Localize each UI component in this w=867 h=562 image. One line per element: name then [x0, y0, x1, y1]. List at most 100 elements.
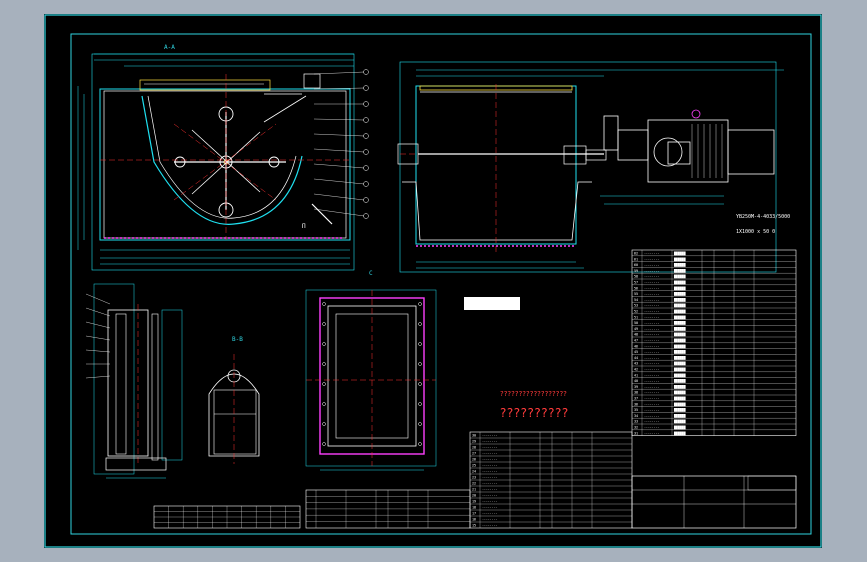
parts-row-code: --------	[644, 333, 659, 337]
mid-row-code: --------	[482, 446, 497, 450]
flange-bolt	[322, 402, 326, 406]
section-b-label: B-B	[232, 336, 243, 343]
mid-row-code: --------	[482, 500, 497, 504]
detail-a-side	[161, 309, 183, 461]
parts-row-name: ██████	[673, 333, 686, 337]
callout-leader	[313, 71, 365, 75]
parts-row-code: --------	[644, 373, 659, 377]
parts-row-number: 46	[634, 344, 638, 348]
parts-row-number: 39	[634, 385, 638, 389]
parts-row-number: 44	[634, 356, 638, 360]
mid-row-number: 23	[472, 476, 476, 480]
lever-arm	[263, 95, 307, 123]
parts-row-number: 43	[634, 362, 638, 366]
mid-row-number: 18	[472, 506, 476, 510]
callout-bubble	[363, 149, 369, 155]
side-base	[402, 181, 592, 241]
parts-row-number: 32	[634, 426, 638, 430]
parts-row-name: ██████	[673, 257, 686, 261]
callout-bubble	[363, 213, 369, 219]
stamp-block	[464, 297, 520, 310]
flange-bolt	[322, 302, 326, 306]
parts-row-number: 35	[634, 408, 638, 412]
motor-note-line1: YB250M-4-4033/5000	[736, 214, 791, 220]
parts-row-name: ██████	[673, 327, 686, 331]
mid-row-number: 21	[472, 488, 476, 492]
parts-row-code: --------	[644, 356, 659, 360]
mid-row-number: 22	[472, 482, 476, 486]
mid-row-number: 16	[472, 518, 476, 522]
parts-row-number: 55	[634, 292, 638, 296]
callout-bubble	[363, 165, 369, 171]
parts-row-code: --------	[644, 420, 659, 424]
title-block	[631, 475, 797, 529]
parts-row-number: 49	[634, 327, 638, 331]
mid-row-code: --------	[482, 494, 497, 498]
parts-row-number: 34	[634, 414, 638, 418]
gearbox-body	[617, 129, 649, 161]
mid-row-number: 30	[472, 434, 476, 438]
parts-row-number: 42	[634, 368, 638, 372]
section-a-label: A-A	[164, 44, 175, 51]
callout-leader	[313, 193, 365, 201]
detail-a-leader	[85, 375, 111, 379]
mid-row-number: 26	[472, 458, 476, 462]
parts-row-number: 33	[634, 420, 638, 424]
mid-row-number: 17	[472, 512, 476, 516]
flange-bolt	[322, 382, 326, 386]
parts-row-name: ██████	[673, 286, 686, 290]
view-c-label: C	[369, 270, 373, 277]
parts-row-number: 40	[634, 379, 638, 383]
mid-row-number: 20	[472, 494, 476, 498]
parts-row-code: --------	[644, 350, 659, 354]
mid-row-code: --------	[482, 518, 497, 522]
side-view-dim-box	[399, 61, 777, 273]
parts-row-name: ██████	[673, 315, 686, 319]
flange-bolt	[418, 422, 422, 426]
parts-row-code: --------	[644, 275, 659, 279]
parts-row-code: --------	[644, 304, 659, 308]
parts-row-name: ██████	[673, 356, 686, 360]
parts-row-code: --------	[644, 414, 659, 418]
gearbox-flange	[603, 115, 619, 151]
parts-row-number: 58	[634, 275, 638, 279]
callout-bubble	[363, 133, 369, 139]
parts-row-code: --------	[644, 339, 659, 343]
mid-row-number: 28	[472, 446, 476, 450]
parts-row-code: --------	[644, 252, 659, 256]
right-bearing	[563, 145, 587, 165]
detail-a-leader	[85, 335, 111, 341]
parts-row-number: 31	[634, 431, 638, 435]
callout-leader	[313, 208, 365, 217]
parts-row-code: --------	[644, 431, 659, 435]
outer-frame	[44, 14, 822, 548]
parts-row-code: --------	[644, 362, 659, 366]
mid-row-code: --------	[482, 458, 497, 462]
parts-row-code: --------	[644, 292, 659, 296]
parts-row-code: --------	[644, 269, 659, 273]
parts-row-name: ██████	[673, 339, 686, 343]
parts-row-name: ██████	[673, 368, 686, 372]
callout-bubble	[363, 181, 369, 187]
parts-row-name: ██████	[673, 420, 686, 424]
motor-eye	[691, 109, 701, 119]
parts-row-name: ██████	[673, 304, 686, 308]
detail-a-rail	[151, 313, 159, 461]
watermark-text: ??????????	[500, 406, 569, 420]
flange-bolt	[322, 322, 326, 326]
parts-row-name: ██████	[673, 402, 686, 406]
callout-bubble	[363, 101, 369, 107]
callout-leader	[313, 148, 365, 153]
parts-row-number: 45	[634, 350, 638, 354]
mid-row-code: --------	[482, 470, 497, 474]
parts-row-name: ██████	[673, 321, 686, 325]
watermark-caption: ??????????????????	[500, 390, 567, 398]
flange-bolt	[322, 362, 326, 366]
parts-row-number: 57	[634, 281, 638, 285]
mid-row-code: --------	[482, 488, 497, 492]
detail-a-leader	[85, 293, 111, 305]
callout-leader	[313, 118, 365, 121]
parts-row-number: 61	[634, 257, 638, 261]
parts-row-number: 48	[634, 333, 638, 337]
parts-row-name: ██████	[673, 269, 686, 273]
